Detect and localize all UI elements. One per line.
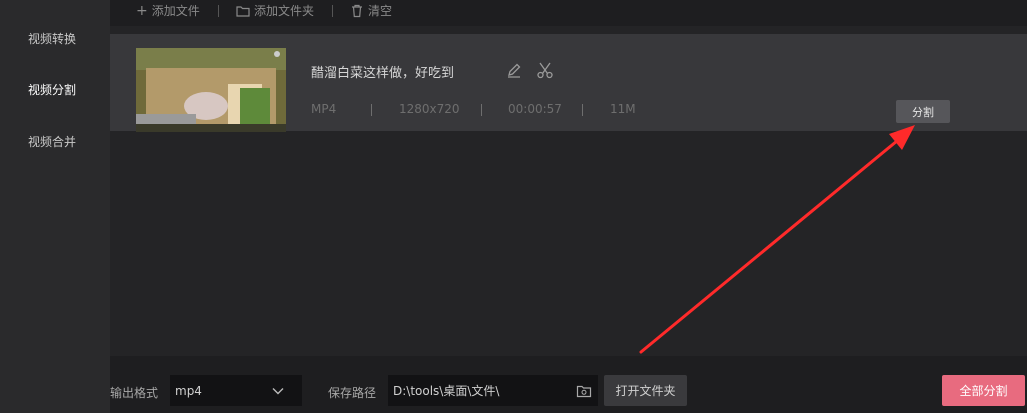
save-path-label: 保存路径 — [328, 386, 377, 400]
add-file-label: 添加文件 — [151, 4, 200, 18]
save-path-value: D:\tools\桌面\文件\ — [393, 384, 500, 398]
output-format-value: mp4 — [175, 383, 202, 398]
video-thumbnail — [136, 48, 286, 132]
meta-divider — [481, 104, 482, 116]
split-all-button[interactable]: 全部分割 — [942, 375, 1025, 406]
save-path-input[interactable]: D:\tools\桌面\文件\ — [388, 375, 598, 406]
clear-button[interactable]: 清空 — [350, 2, 392, 19]
trash-icon — [352, 4, 362, 17]
sidebar-item-video-convert[interactable]: 视频转换 — [28, 30, 76, 47]
chevron-down-icon — [272, 387, 284, 394]
toolbar-divider — [218, 5, 219, 17]
file-format: MP4 — [311, 102, 337, 116]
file-resolution: 1280x720 — [399, 102, 460, 116]
clear-label: 清空 — [368, 4, 393, 18]
file-list-item[interactable]: 醋溜白菜这样做，好吃到 MP4 1280x720 00:00:57 11M 分割 — [110, 34, 1027, 132]
plus-icon: + — [136, 2, 148, 19]
toolbar: + 添加文件 添加文件夹 清空 — [110, 0, 1027, 26]
add-folder-label: 添加文件夹 — [254, 4, 315, 18]
meta-divider — [582, 104, 583, 116]
file-size: 11M — [610, 102, 636, 116]
file-title: 醋溜白菜这样做，好吃到 — [311, 66, 455, 81]
meta-divider — [371, 104, 372, 116]
open-folder-button[interactable]: 打开文件夹 — [604, 375, 687, 406]
edit-icon[interactable] — [506, 62, 522, 78]
sidebar: 视频转换 视频分割 视频合并 — [0, 0, 110, 413]
thumbnail-image — [136, 48, 286, 132]
sidebar-item-video-split[interactable]: 视频分割 — [28, 81, 76, 98]
output-format-select[interactable]: mp4 — [170, 375, 302, 406]
scissors-icon[interactable] — [536, 61, 554, 79]
output-format-label: 输出格式 — [110, 386, 159, 400]
add-file-button[interactable]: + 添加文件 — [136, 2, 200, 19]
file-duration: 00:00:57 — [508, 102, 562, 116]
folder-icon — [236, 5, 250, 17]
split-button[interactable]: 分割 — [896, 100, 950, 123]
toolbar-divider — [332, 5, 333, 17]
sidebar-item-video-merge[interactable]: 视频合并 — [28, 133, 76, 150]
folder-icon[interactable] — [576, 384, 592, 398]
add-folder-button[interactable]: 添加文件夹 — [236, 2, 314, 19]
